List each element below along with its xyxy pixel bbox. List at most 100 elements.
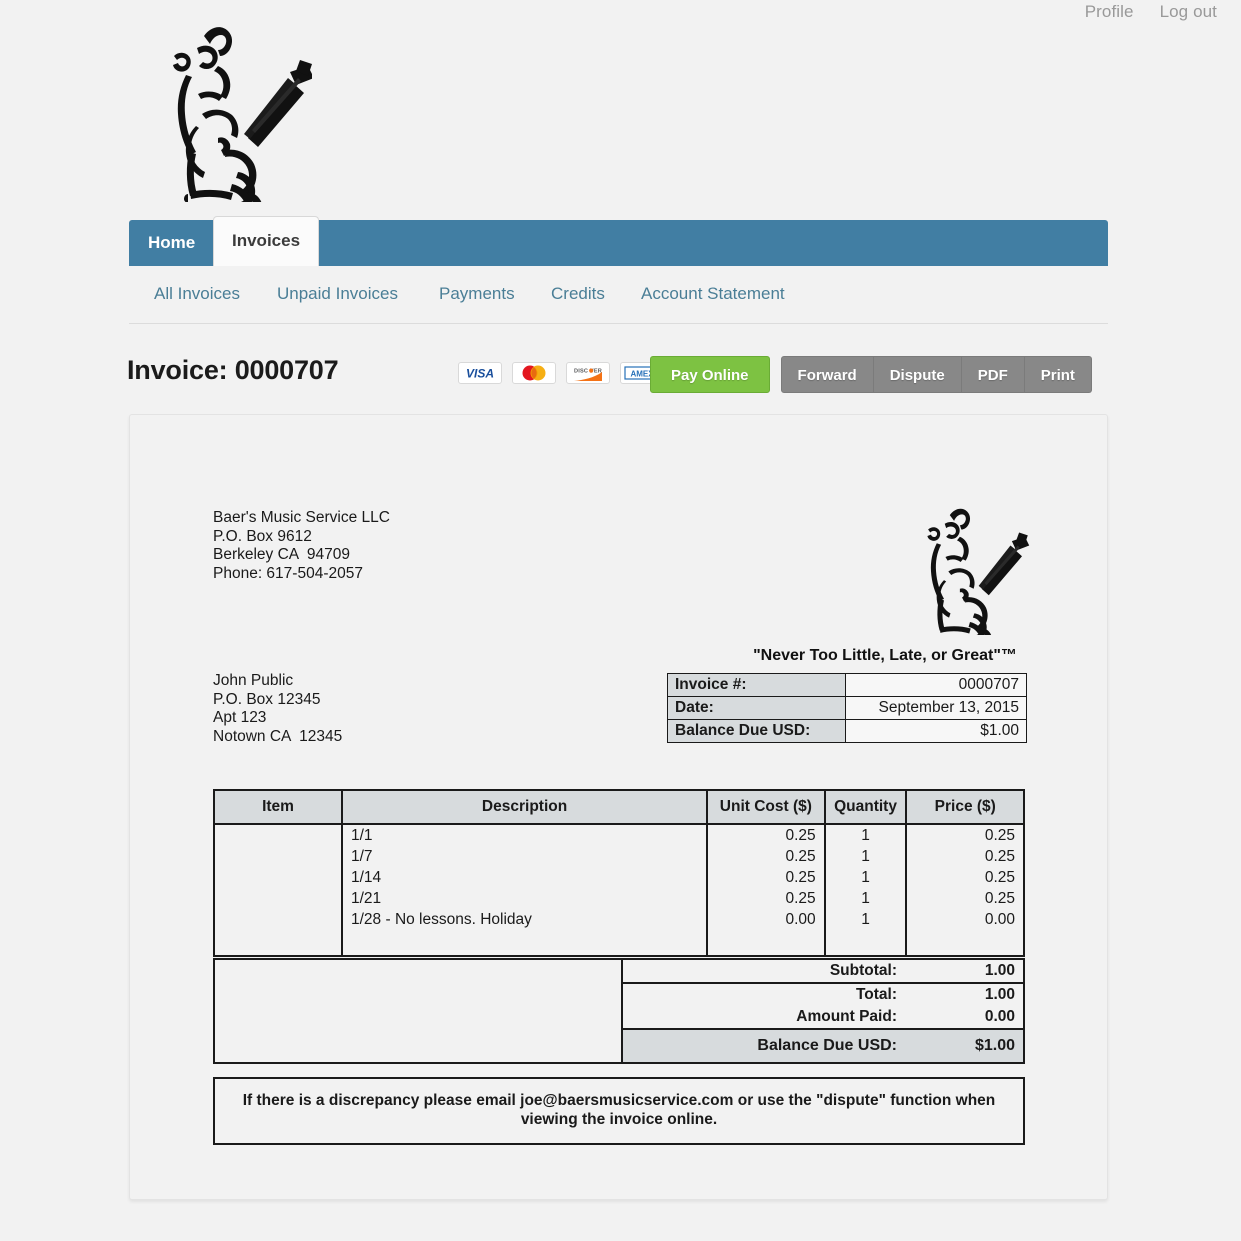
tab-home[interactable]: Home — [130, 220, 213, 266]
amount-paid-value: 0.00 — [984, 1008, 1015, 1025]
recipient-address: John Public P.O. Box 12345 Apt 123 Notow… — [213, 672, 343, 745]
cell-item — [213, 846, 343, 867]
subtotal-value: 1.00 — [984, 962, 1015, 979]
profile-link[interactable]: Profile — [1085, 2, 1134, 22]
invoice-summary-table: Invoice #: 0000707 Date: September 13, 2… — [667, 673, 1027, 743]
table-row: 1/21 0.25 1 0.25 — [213, 888, 1025, 909]
cell-item — [213, 888, 343, 909]
subnav-item-account-statement[interactable]: Account Statement — [641, 284, 785, 304]
invoice-page: Profile Log out Home Invoices All Invoic… — [0, 0, 1241, 1241]
amount-paid-label: Amount Paid: — [796, 1008, 897, 1025]
column-header-quantity: Quantity — [823, 789, 908, 825]
spacer-cell — [340, 930, 709, 952]
subnav-item-all-invoices[interactable]: All Invoices — [154, 284, 240, 304]
mastercard-card-icon — [512, 362, 556, 384]
total-label: Total: — [855, 986, 897, 1003]
total-and-paid-cell: Total: 1.00 Amount Paid: 0.00 — [621, 982, 1025, 1030]
guitar-player-logo[interactable] — [152, 22, 312, 202]
summary-row-invoice-number: Invoice #: 0000707 — [667, 673, 1027, 697]
svg-text:DISC VER: DISC VER — [574, 369, 602, 375]
cell-price: 0.25 — [905, 846, 1025, 867]
spacer-cell — [213, 930, 343, 952]
cell-quantity: 1 — [823, 909, 908, 930]
document-guitar-player-logo — [910, 505, 1030, 640]
border-cell — [823, 952, 908, 957]
pdf-button[interactable]: PDF — [961, 356, 1025, 393]
invoice-actions: Pay Online Forward Dispute PDF Print — [650, 356, 1092, 393]
summary-value-invoice-number: 0000707 — [845, 673, 1027, 697]
column-header-description: Description — [340, 789, 709, 825]
summary-value-date: September 13, 2015 — [845, 696, 1027, 720]
cell-description: 1/1 — [340, 824, 709, 846]
border-cell — [706, 952, 826, 957]
dispute-button[interactable]: Dispute — [873, 356, 962, 393]
main-navigation: Home Invoices — [129, 216, 1108, 266]
border-cell — [213, 952, 343, 957]
cell-price: 0.25 — [905, 824, 1025, 846]
spacer-cell — [823, 930, 908, 952]
cell-item — [213, 867, 343, 888]
subnav-item-payments[interactable]: Payments — [439, 284, 515, 304]
spacer-cell — [706, 930, 826, 952]
summary-label-date: Date: — [667, 696, 846, 720]
column-header-item: Item — [213, 789, 343, 825]
cell-description: 1/21 — [340, 888, 709, 909]
cell-unit-cost: 0.25 — [706, 824, 826, 846]
cell-price: 0.25 — [905, 888, 1025, 909]
discrepancy-note: If there is a discrepancy please email j… — [213, 1077, 1025, 1145]
cell-price: 0.00 — [905, 909, 1025, 930]
accepted-cards: VISA DISC VER AMEX — [458, 362, 664, 384]
cell-description: 1/14 — [340, 867, 709, 888]
balance-due-value: $1.00 — [974, 1037, 1015, 1054]
subtotal-label: Subtotal: — [829, 962, 897, 979]
invoice-card: Baer's Music Service LLC P.O. Box 9612 B… — [129, 414, 1108, 1200]
company-tagline: "Never Too Little, Late, or Great"™ — [753, 647, 1017, 664]
balance-due-label: Balance Due USD: — [757, 1037, 897, 1054]
border-cell — [340, 952, 709, 957]
cell-quantity: 1 — [823, 824, 908, 846]
table-row: 1/1 0.25 1 0.25 — [213, 824, 1025, 846]
cell-unit-cost: 0.25 — [706, 867, 826, 888]
page-title: Invoice: 0000707 — [127, 355, 339, 385]
total-value: 1.00 — [984, 986, 1015, 1003]
cell-description: 1/7 — [340, 846, 709, 867]
tab-invoices[interactable]: Invoices — [213, 216, 320, 266]
cell-unit-cost: 0.00 — [706, 909, 826, 930]
subnav-item-credits[interactable]: Credits — [551, 284, 605, 304]
summary-row-date: Date: September 13, 2015 — [667, 696, 1027, 720]
spacer-cell — [905, 930, 1025, 952]
subtotal-cell: Subtotal: 1.00 — [621, 958, 1025, 984]
sub-navigation: All Invoices Unpaid Invoices Payments Cr… — [129, 280, 1108, 324]
summary-label-balance-due: Balance Due USD: — [667, 719, 846, 743]
cell-item — [213, 824, 343, 846]
summary-value-balance-due: $1.00 — [845, 719, 1027, 743]
cell-item — [213, 909, 343, 930]
discover-card-icon: DISC VER — [566, 362, 610, 384]
line-items-table: Item Description Unit Cost ($) Quantity … — [213, 789, 1025, 957]
logout-link[interactable]: Log out — [1160, 2, 1217, 22]
table-row: 1/28 - No lessons. Holiday 0.00 1 0.00 — [213, 909, 1025, 930]
table-spacer-row — [213, 930, 1025, 952]
balance-due-cell: Balance Due USD: $1.00 — [621, 1028, 1025, 1064]
border-cell — [905, 952, 1025, 957]
cell-description: 1/28 - No lessons. Holiday — [340, 909, 709, 930]
subnav-item-unpaid-invoices[interactable]: Unpaid Invoices — [277, 284, 398, 304]
cell-quantity: 1 — [823, 888, 908, 909]
cell-price: 0.25 — [905, 867, 1025, 888]
pay-online-button[interactable]: Pay Online — [650, 356, 770, 393]
table-bottom-border-row — [213, 952, 1025, 957]
summary-row-balance-due: Balance Due USD: $1.00 — [667, 719, 1027, 743]
cell-quantity: 1 — [823, 867, 908, 888]
visa-card-icon: VISA — [458, 362, 502, 384]
cell-quantity: 1 — [823, 846, 908, 867]
column-header-unit-cost: Unit Cost ($) — [706, 789, 826, 825]
totals-table: Subtotal: 1.00 Total: 1.00 Amount Paid: — [213, 958, 1025, 1064]
print-button[interactable]: Print — [1024, 356, 1092, 393]
totals-subtotal-row: Subtotal: 1.00 — [213, 958, 1025, 1064]
totals-blank-area — [213, 958, 623, 1064]
forward-button[interactable]: Forward — [780, 356, 874, 393]
cell-unit-cost: 0.25 — [706, 846, 826, 867]
cell-unit-cost: 0.25 — [706, 888, 826, 909]
svg-text:VISA: VISA — [466, 367, 494, 381]
sender-address: Baer's Music Service LLC P.O. Box 9612 B… — [213, 509, 390, 582]
